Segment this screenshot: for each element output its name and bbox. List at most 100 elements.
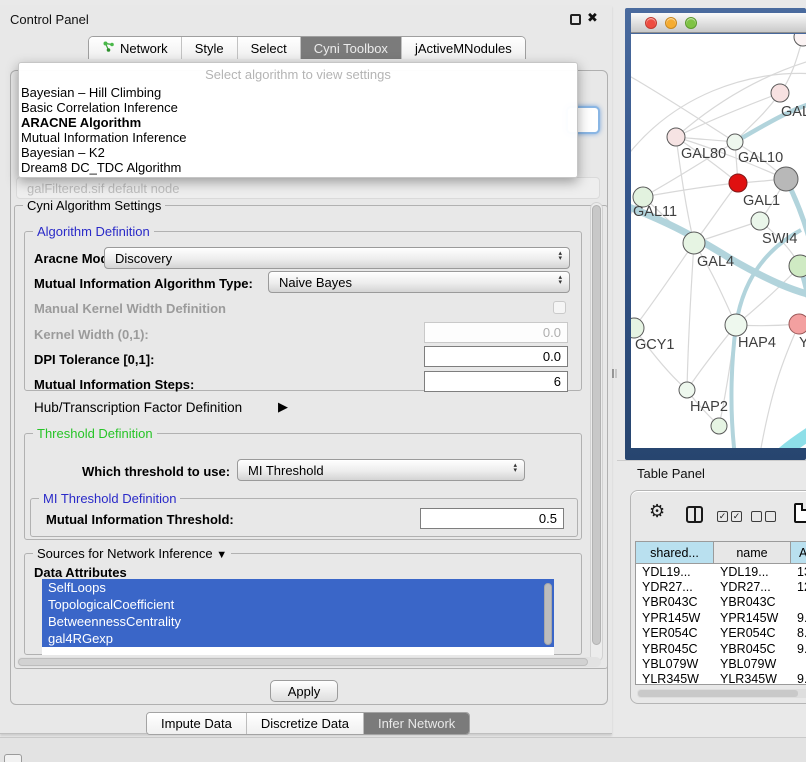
manual-kernel-checkbox[interactable]: [553, 301, 566, 314]
split-view-icon[interactable]: [686, 506, 703, 523]
file-icon[interactable]: [794, 503, 806, 523]
hub-definition-label: Hub/Transcription Factor Definition: [34, 400, 242, 415]
collapse-down-icon[interactable]: ▼: [216, 549, 227, 561]
data-attributes-list[interactable]: SelfLoops TopologicalCoefficient Between…: [42, 579, 554, 655]
threshold-definition-title: Threshold Definition: [33, 426, 157, 441]
network-canvas[interactable]: GAL GAL80 GAL10 GAL1 GAL11 SWI4 GAL4 GCY…: [631, 34, 806, 448]
node-partial-top[interactable]: [794, 34, 806, 46]
column-header-name[interactable]: name: [714, 542, 791, 563]
attribute-item[interactable]: TopologicalCoefficient: [42, 596, 554, 613]
table-row[interactable]: YBR045C YBR045C 9.: [636, 641, 806, 656]
settings-horizontal-scrollbar[interactable]: [17, 657, 601, 667]
mi-threshold-value: 0.5: [539, 511, 557, 526]
apply-button-label: Apply: [288, 684, 321, 699]
node-gcy1[interactable]: [631, 318, 644, 338]
table-row[interactable]: YBR043C YBR043C: [636, 595, 806, 610]
node-gal4[interactable]: [683, 232, 705, 254]
algorithm-option[interactable]: Mutual Information Inference: [19, 130, 577, 145]
mi-steps-field[interactable]: 6: [424, 371, 568, 392]
close-icon[interactable]: ✖: [587, 10, 598, 26]
unchecked-checkbox-icon[interactable]: [751, 511, 762, 522]
expand-right-icon[interactable]: ▶: [278, 399, 288, 415]
node-gal10[interactable]: [727, 134, 743, 150]
table-row[interactable]: YPR145W YPR145W 9.: [636, 610, 806, 625]
algorithm-option[interactable]: Dream8 DC_TDC Algorithm: [19, 160, 577, 175]
mi-threshold-group-title: MI Threshold Definition: [39, 491, 180, 506]
table-data-combo-value: galFiltered.sif default node: [27, 181, 179, 196]
algorithm-option-selected[interactable]: ARACNE Algorithm: [19, 115, 577, 130]
algorithm-option[interactable]: Basic Correlation Inference: [19, 100, 577, 115]
table-row[interactable]: YLR345W YLR345W 9.: [636, 672, 806, 685]
mi-threshold-field[interactable]: 0.5: [420, 508, 564, 529]
table-horizontal-scrollbar[interactable]: [637, 689, 806, 698]
node-gal80[interactable]: [667, 128, 685, 146]
table-panel-title: Table Panel: [637, 466, 705, 481]
node-partial-bottom[interactable]: [711, 418, 727, 434]
settings-vertical-scrollbar[interactable]: [590, 202, 603, 662]
table-row[interactable]: YDL19... YDL19... 13: [636, 564, 806, 579]
tab-cyni-toolbox-label: Cyni Toolbox: [314, 41, 388, 56]
kernel-width-field[interactable]: 0.0: [424, 322, 568, 343]
dpi-tolerance-field[interactable]: 0.0: [424, 346, 568, 367]
attribute-item[interactable]: SelfLoops: [42, 579, 554, 596]
mac-close-button[interactable]: [645, 17, 657, 29]
mac-minimize-button[interactable]: [665, 17, 677, 29]
tab-impute-data-label: Impute Data: [161, 716, 232, 731]
checked-checkbox-icon[interactable]: ✓: [731, 511, 742, 522]
apply-button[interactable]: Apply: [270, 680, 338, 702]
scrollbar-thumb[interactable]: [18, 658, 588, 666]
node-table[interactable]: shared... name A YDL19... YDL19... 13 YD…: [635, 541, 806, 685]
node-green-right[interactable]: [789, 255, 806, 277]
tab-network[interactable]: Network: [89, 37, 181, 59]
aracne-mode-combo[interactable]: Discovery ▴▾: [104, 247, 570, 269]
table-row[interactable]: YDR27... YDR27... 12: [636, 579, 806, 594]
node-label: GAL4: [697, 254, 734, 270]
tab-jactivemnodules[interactable]: jActiveMNodules: [401, 37, 525, 59]
node-swi4[interactable]: [751, 212, 769, 230]
node-salmon[interactable]: [789, 314, 806, 334]
unchecked-checkbox-icon[interactable]: [765, 511, 776, 522]
node-gray[interactable]: [774, 167, 798, 191]
network-icon: [102, 40, 115, 56]
which-threshold-combo[interactable]: MI Threshold ▴▾: [237, 459, 525, 481]
attributes-list-scrollbar[interactable]: [544, 583, 552, 645]
cyni-algorithm-settings-title: Cyni Algorithm Settings: [23, 198, 165, 213]
network-window-titlebar[interactable]: [631, 13, 806, 33]
table-panel: ⚙ ✓ ✓ shared... name A YDL19... YDL19...…: [630, 490, 806, 704]
float-window-icon[interactable]: [570, 14, 581, 25]
network-edge-thick: [771, 426, 806, 448]
checked-checkbox-icon[interactable]: ✓: [717, 511, 728, 522]
node-label: GAL11: [633, 204, 677, 220]
node-hap4[interactable]: [725, 314, 747, 336]
tab-cyni-toolbox[interactable]: Cyni Toolbox: [300, 37, 401, 59]
tab-discretize-data[interactable]: Discretize Data: [246, 713, 363, 734]
table-row[interactable]: YBL079W YBL079W: [636, 656, 806, 671]
algorithm-option[interactable]: Bayesian – K2: [19, 145, 577, 160]
mi-steps-value: 6: [554, 374, 561, 389]
attribute-item[interactable]: BetweennessCentrality: [42, 613, 554, 630]
sources-title: Sources for Network Inference ▼: [33, 546, 231, 561]
table-row[interactable]: YER054C YER054C 8.: [636, 626, 806, 641]
column-header-shared-name[interactable]: shared...: [636, 542, 714, 563]
tab-style[interactable]: Style: [181, 37, 237, 59]
node-gal1[interactable]: [729, 174, 747, 192]
attribute-item[interactable]: gal4RGexp: [42, 630, 554, 647]
mi-type-combo[interactable]: Naive Bayes ▴▾: [268, 271, 570, 293]
node-label: HAP4: [738, 335, 776, 351]
scrollbar-thumb[interactable]: [592, 205, 601, 645]
tab-select[interactable]: Select: [237, 37, 300, 59]
tab-infer-network[interactable]: Infer Network: [363, 713, 469, 734]
scrollbar-thumb[interactable]: [638, 690, 798, 697]
collapsed-panel-button[interactable]: [4, 754, 22, 762]
table-data-combo[interactable]: galFiltered.sif default node: [16, 177, 600, 199]
algorithm-definition-title: Algorithm Definition: [33, 224, 154, 239]
algorithm-dropdown-list: Select algorithm to view settings Bayesi…: [18, 62, 578, 178]
node-gal-top[interactable]: [771, 84, 789, 102]
tab-impute-data[interactable]: Impute Data: [147, 713, 246, 734]
gear-icon[interactable]: ⚙: [649, 501, 665, 522]
node-hap2[interactable]: [679, 382, 695, 398]
splitpane-handle[interactable]: [612, 369, 617, 378]
mac-zoom-button[interactable]: [685, 17, 697, 29]
column-header-partial[interactable]: A: [791, 542, 806, 563]
algorithm-option[interactable]: Bayesian – Hill Climbing: [19, 85, 577, 100]
